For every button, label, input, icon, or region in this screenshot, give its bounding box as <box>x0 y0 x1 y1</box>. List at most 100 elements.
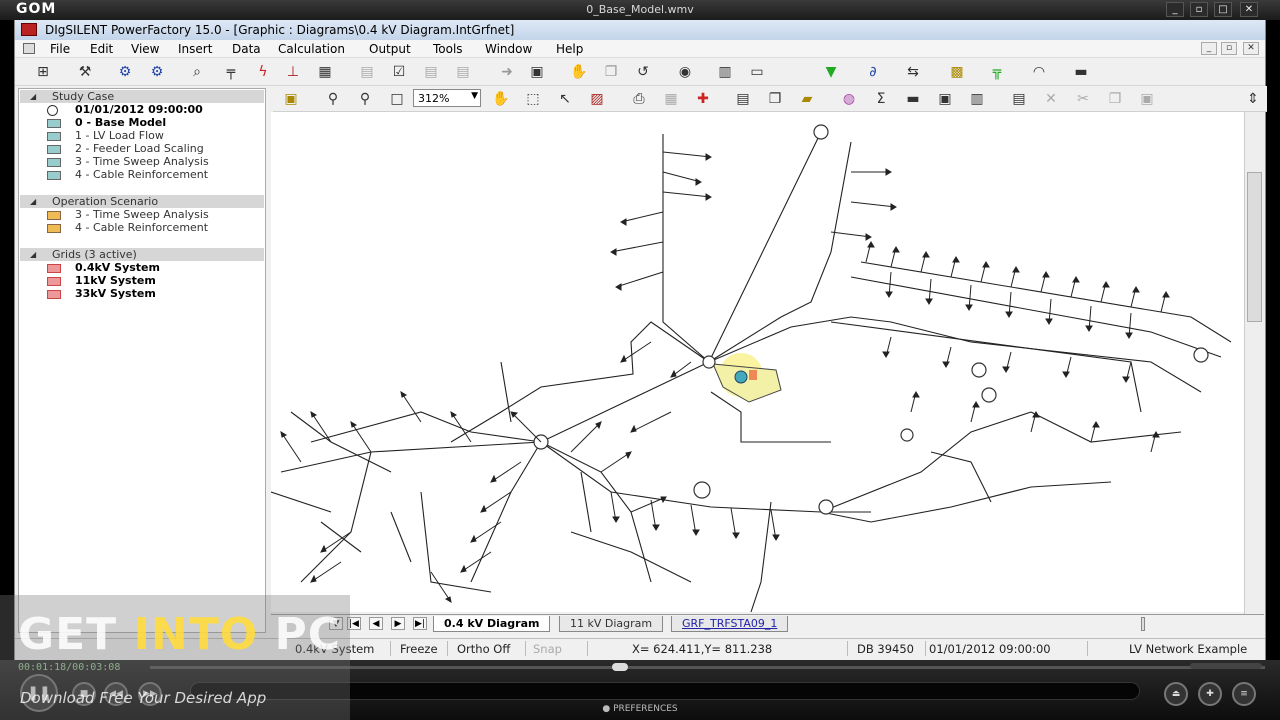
tab-04kv-diagram[interactable]: 0.4 kV Diagram <box>433 616 551 632</box>
mdi-restore-button[interactable]: ▫ <box>1221 42 1237 55</box>
insert-graphic-icon[interactable]: ▤ <box>733 89 753 109</box>
player-maximize-button[interactable]: □ <box>1214 2 1232 17</box>
network-diagram-canvas[interactable] <box>271 112 1244 612</box>
grids-header[interactable]: ◢ Grids (3 active) <box>20 248 264 261</box>
toolbar-scroll-icon[interactable]: ⇕ <box>1243 89 1263 109</box>
down-arrow-icon[interactable]: ▼ <box>821 62 841 82</box>
save-icon[interactable]: ▣ <box>527 62 547 82</box>
study-case-datetime[interactable]: 01/01/2012 09:00:00 <box>47 103 203 116</box>
panel-icon[interactable]: ▭ <box>747 62 767 82</box>
player-minimize-button[interactable]: _ <box>1166 2 1184 17</box>
menu-help[interactable]: Help <box>556 42 583 56</box>
tab-grf-trfsta09[interactable]: GRF_TRFSTA09_1 <box>671 616 789 632</box>
new-page-icon[interactable]: ❐ <box>765 89 785 109</box>
breaker-icon[interactable]: ▬ <box>1071 62 1091 82</box>
canvas-vertical-scrollbar[interactable] <box>1244 112 1264 632</box>
freeze-icon[interactable]: ▣ <box>281 89 301 109</box>
playlist-button[interactable]: ≡ <box>1232 682 1256 706</box>
output-report-icon[interactable]: ⌕ <box>187 62 207 82</box>
calculator-icon[interactable]: ▦ <box>315 62 335 82</box>
zoom-in-icon[interactable]: ⚲ <box>323 89 343 109</box>
collapse-triangle-icon[interactable]: ◢ <box>30 248 36 261</box>
select-all-icon[interactable]: ▨ <box>587 89 607 109</box>
tab-11kv-diagram[interactable]: 11 kV Diagram <box>559 616 664 632</box>
short-circuit-icon[interactable]: ⚙ <box>147 62 167 82</box>
grid-item-0[interactable]: 0.4kV System <box>47 261 160 274</box>
menu-tools[interactable]: Tools <box>433 42 463 56</box>
seek-knob[interactable] <box>611 663 628 671</box>
copy-icon[interactable]: ❐ <box>601 62 621 82</box>
scenario-item-1[interactable]: 4 - Cable Reinforcement <box>47 221 208 234</box>
layers-icon[interactable]: ▥ <box>967 89 987 109</box>
sum-icon[interactable]: Σ <box>871 89 891 109</box>
menu-view[interactable]: View <box>131 42 159 56</box>
grid-item-2[interactable]: 33kV System <box>47 287 156 300</box>
load-flow-icon[interactable]: ⚙ <box>115 62 135 82</box>
paste-icon[interactable]: ▣ <box>1137 89 1157 109</box>
cut-icon[interactable]: ✂ <box>1073 89 1093 109</box>
data-manager-icon[interactable]: ⇆ <box>903 62 923 82</box>
table-icon[interactable]: ▥ <box>715 62 735 82</box>
colour-icon[interactable]: ◍ <box>839 89 859 109</box>
tab-splitter[interactable] <box>1141 617 1145 631</box>
collapse-triangle-icon[interactable]: ◢ <box>30 195 36 208</box>
operation-scenario-header[interactable]: ◢ Operation Scenario <box>20 195 264 208</box>
player-close-button[interactable]: ✕ <box>1240 2 1258 17</box>
selected-substation[interactable] <box>712 353 782 403</box>
zoom-out-icon[interactable]: ⚲ <box>355 89 375 109</box>
back-arrow-icon[interactable]: ➜ <box>497 62 517 82</box>
menu-edit[interactable]: Edit <box>90 42 113 56</box>
delete-icon[interactable]: ✕ <box>1041 89 1061 109</box>
scrollbar-thumb[interactable] <box>1247 172 1262 322</box>
mdi-close-button[interactable]: ✕ <box>1243 42 1259 55</box>
menu-data[interactable]: Data <box>232 42 261 56</box>
edit-relevant-objects-icon[interactable]: ⚒ <box>75 62 95 82</box>
menu-file[interactable]: File <box>50 42 70 56</box>
mdi-minimize-button[interactable]: _ <box>1201 42 1217 55</box>
grounding-icon[interactable]: ⊥ <box>283 62 303 82</box>
prev-tab-icon[interactable]: ◀ <box>369 617 383 630</box>
settings-icon[interactable]: ◉ <box>675 62 695 82</box>
grid-item-1[interactable]: 11kV System <box>47 274 156 287</box>
zoom-select[interactable]: 312% ▼ <box>413 89 481 107</box>
network-reduction-icon[interactable]: ╤ <box>221 62 241 82</box>
new-project-icon[interactable]: ⊞ <box>33 62 53 82</box>
zoom-all-icon[interactable]: □ <box>387 89 407 109</box>
print-icon[interactable]: ⎙ <box>629 89 649 109</box>
scenario-item-0[interactable]: 3 - Time Sweep Analysis <box>47 208 209 221</box>
edit-object-icon[interactable]: ▤ <box>1009 89 1029 109</box>
cross-icon[interactable]: ✚ <box>693 89 713 109</box>
status-ortho[interactable]: Ortho Off <box>457 642 510 656</box>
study-case-item-2[interactable]: 2 - Feeder Load Scaling <box>47 142 204 155</box>
free-select-icon[interactable]: ↖ <box>555 89 575 109</box>
status-snap[interactable]: Snap <box>533 642 562 656</box>
player-restore-button[interactable]: ▫ <box>1190 2 1208 17</box>
control-panel-button[interactable]: ✚ <box>1198 682 1222 706</box>
menu-window[interactable]: Window <box>485 42 532 56</box>
hand-icon[interactable]: ✋ <box>569 62 589 82</box>
menu-output[interactable]: Output <box>369 42 411 56</box>
pan-icon[interactable]: ✋ <box>491 89 511 109</box>
result-box-icon[interactable]: ▬ <box>903 89 923 109</box>
document-icon[interactable] <box>23 43 35 54</box>
results-icon[interactable]: ☑ <box>389 62 409 82</box>
copy-graphic-icon[interactable]: ❐ <box>1105 89 1125 109</box>
study-case-item-3[interactable]: 3 - Time Sweep Analysis <box>47 155 209 168</box>
status-freeze[interactable]: Freeze <box>400 642 438 656</box>
menu-calculation[interactable]: Calculation <box>278 42 345 56</box>
collapse-triangle-icon[interactable]: ◢ <box>30 90 36 103</box>
gauge-icon[interactable]: ◠ <box>1029 62 1049 82</box>
volume-slider[interactable] <box>1190 663 1262 669</box>
open-folder-icon[interactable]: ▰ <box>797 89 817 109</box>
study-case-item-0[interactable]: 0 - Base Model <box>47 116 166 129</box>
last-tab-icon[interactable]: ▶| <box>413 617 427 630</box>
scripting-icon[interactable]: ∂ <box>863 62 883 82</box>
network-model-icon[interactable]: ╦ <box>987 62 1007 82</box>
text-box-icon[interactable]: ▣ <box>935 89 955 109</box>
eject-button[interactable]: ⏏ <box>1164 682 1188 706</box>
grid-icon[interactable]: ▦ <box>661 89 681 109</box>
study-case-item-1[interactable]: 1 - LV Load Flow <box>47 129 164 142</box>
library-icon[interactable]: ▩ <box>947 62 967 82</box>
study-case-header[interactable]: ◢ Study Case <box>20 90 264 103</box>
study-case-item-4[interactable]: 4 - Cable Reinforcement <box>47 168 208 181</box>
